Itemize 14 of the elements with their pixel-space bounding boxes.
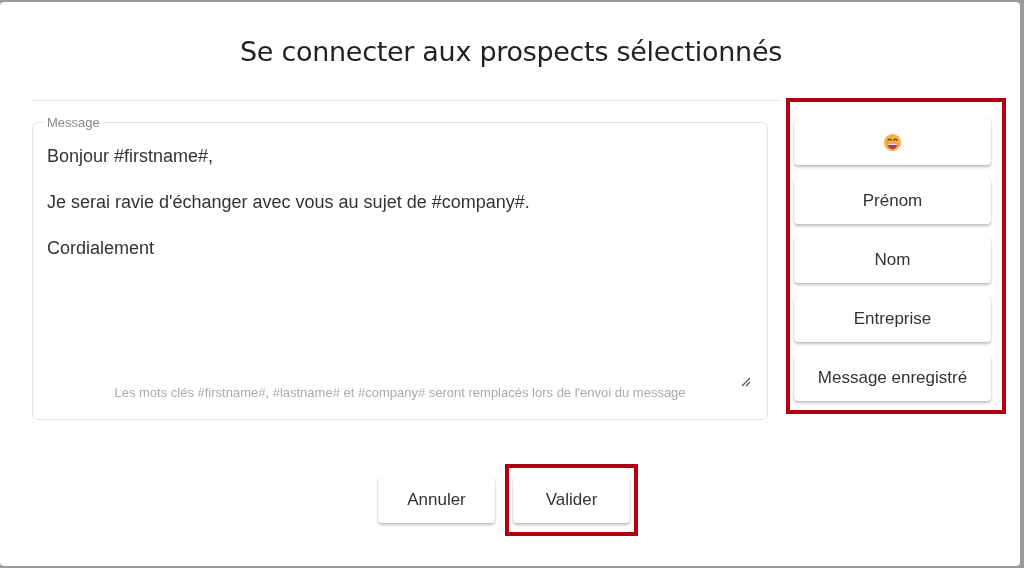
helper-text: Les mots clés #firstname#, #lastname# et #company# seront remplacés lors de l'envoi du message — [114, 385, 686, 400]
message-text: Cordialement — [47, 237, 156, 259]
action-button[interactable]: Annuler — [378, 477, 495, 523]
dialog-title: Se connecter aux prospects sélectionnés — [239, 36, 783, 69]
insert-button[interactable]: Prénom — [794, 178, 991, 224]
resize-handle-icon[interactable] — [741, 377, 751, 387]
message-text: Bonjour #firstname#, — [47, 145, 215, 167]
action-button[interactable]: Valider — [513, 477, 630, 523]
message-text: Je serai ravie d'échanger avec vous au sujet de #company#. — [47, 191, 531, 213]
insert-button[interactable]: Message enregistré — [794, 355, 991, 401]
smiley-icon — [883, 132, 902, 152]
insert-button[interactable]: Nom — [794, 237, 991, 283]
insert-button[interactable]: Entreprise — [794, 296, 991, 342]
field-label: Message — [43, 115, 104, 131]
